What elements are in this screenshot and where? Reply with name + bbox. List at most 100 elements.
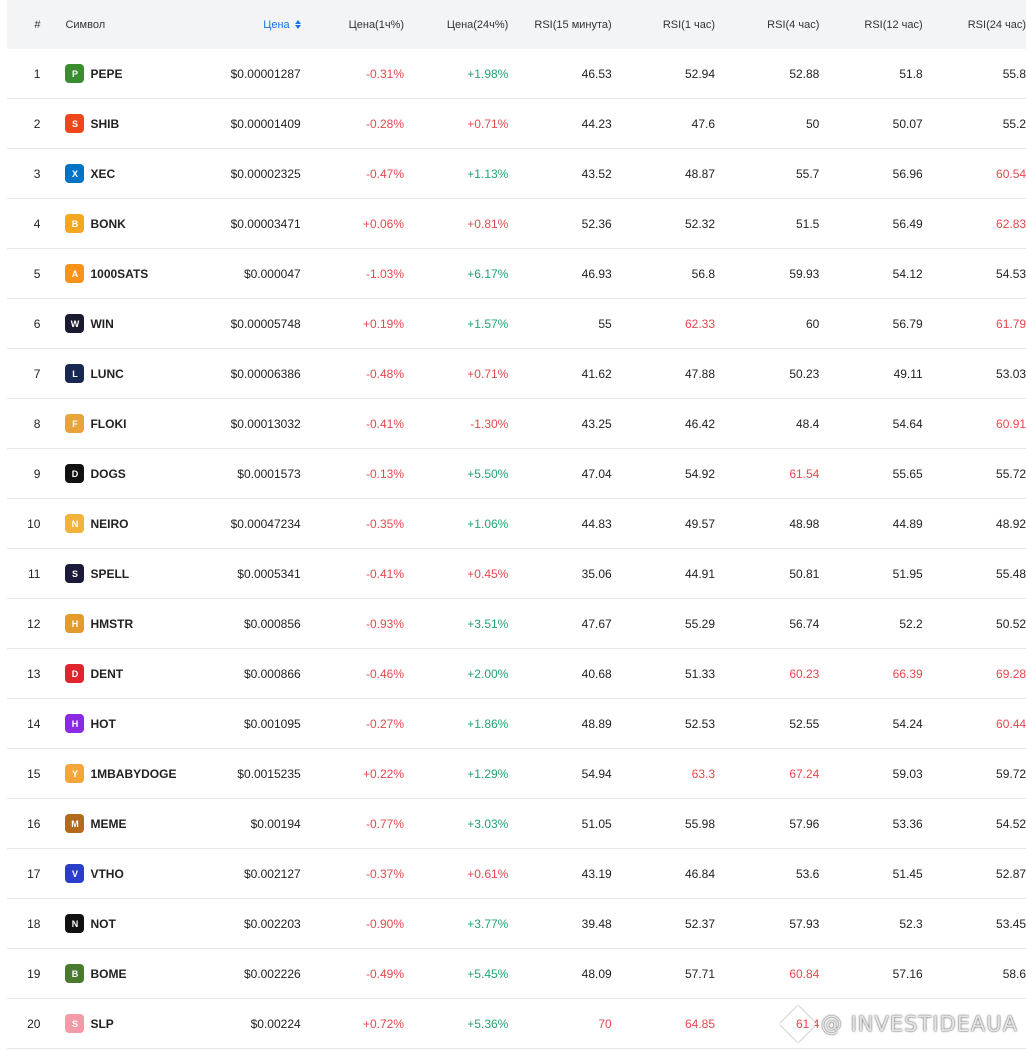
symbol-link[interactable]: NOT — [90, 917, 115, 931]
symbol-link[interactable]: HMSTR — [90, 617, 133, 631]
symbol-link[interactable]: SHIB — [90, 117, 119, 131]
header-rsi-4h[interactable]: RSI(4 час) — [715, 19, 819, 31]
rsi-table: # Символ Цена Цена(1ч%) Цена(24ч%) RSI(1… — [7, 0, 1026, 1049]
win-icon: W — [65, 314, 85, 333]
row-rsi-15m: 43.25 — [581, 416, 612, 431]
row-price-1h: +0.72% — [362, 1016, 405, 1031]
neiro-icon: N — [65, 514, 85, 533]
symbol-link[interactable]: SPELL — [90, 567, 129, 581]
row-rsi-24h: 54.52 — [996, 816, 1026, 831]
header-price-1h[interactable]: Цена(1ч%) — [301, 19, 404, 31]
row-price: $0.00005748 — [230, 316, 301, 331]
table-row[interactable]: 4 B BONK $0.00003471 +0.06% +0.81% 52.36 52.32 5… — [7, 199, 1026, 249]
symbol-link[interactable]: HOT — [90, 717, 115, 731]
row-price: $0.002203 — [243, 916, 301, 931]
symbol-link[interactable]: LUNC — [90, 367, 123, 381]
row-rsi-24h: 69.28 — [996, 666, 1026, 681]
table-row[interactable]: 15 Y 1MBABYDOGE $0.0015235 +0.22% +1.29% 54.94… — [7, 749, 1026, 799]
row-rsi-4h: 61.54 — [789, 466, 820, 481]
row-rsi-15m: 35.06 — [581, 566, 612, 581]
pepe-icon: P — [65, 64, 85, 83]
row-index: 2 — [33, 116, 41, 131]
row-price: $0.00003471 — [230, 216, 301, 231]
row-rsi-24h: 53.03 — [996, 366, 1026, 381]
header-rsi-15m[interactable]: RSI(15 минута) — [508, 19, 611, 31]
row-rsi-12h: 54.12 — [892, 266, 923, 281]
row-rsi-4h: 61.4 — [796, 1016, 820, 1031]
table-row[interactable]: 18 N NOT $0.002203 -0.90% +3.77% 39.48 52.37 57.… — [7, 899, 1026, 949]
row-price-24h: +0.61% — [467, 866, 509, 881]
row-symbol: S SLP — [40, 1014, 178, 1033]
row-price-24h: +5.50% — [467, 466, 509, 481]
symbol-link[interactable]: BONK — [90, 217, 125, 231]
row-rsi-12h: 53.36 — [892, 816, 923, 831]
floki-icon: F — [65, 414, 85, 433]
symbol-link[interactable]: DENT — [90, 667, 123, 681]
row-price-24h: +0.71% — [467, 116, 509, 131]
symbol-link[interactable]: 1MBABYDOGE — [90, 767, 176, 781]
row-rsi-24h: 61.79 — [996, 316, 1026, 331]
table-row[interactable]: 3 X XEC $0.00002325 -0.47% +1.13% 43.52 48.87 55… — [7, 149, 1026, 199]
table-row[interactable]: 10 N NEIRO $0.00047234 -0.35% +1.06% 44.83 49.5… — [7, 499, 1026, 549]
row-price-1h: -0.41% — [365, 566, 405, 581]
header-price-24h[interactable]: Цена(24ч%) — [404, 19, 509, 31]
symbol-link[interactable]: MEME — [90, 817, 126, 831]
row-rsi-15m: 54.94 — [581, 766, 612, 781]
vtho-icon: V — [65, 864, 85, 883]
row-rsi-4h: 52.88 — [789, 66, 820, 81]
symbol-link[interactable]: FLOKI — [90, 417, 126, 431]
symbol-link[interactable]: VTHO — [90, 867, 123, 881]
row-rsi-24h: 55.8 — [1002, 66, 1026, 81]
table-row[interactable]: 17 V VTHO $0.002127 -0.37% +0.61% 43.19 46.84 53… — [7, 849, 1026, 899]
table-row[interactable]: 16 M MEME $0.00194 -0.77% +3.03% 51.05 55.98 57.… — [7, 799, 1026, 849]
bonk-icon: B — [65, 214, 85, 233]
row-symbol: D DOGS — [40, 464, 178, 483]
row-rsi-15m: 47.04 — [581, 466, 612, 481]
lunc-icon: L — [65, 364, 85, 383]
table-row[interactable]: 5 A 1000SATS $0.000047 -1.03% +6.17% 46.93 56.8… — [7, 249, 1026, 299]
row-rsi-1h: 64.85 — [685, 1016, 716, 1031]
row-rsi-12h: 56.96 — [892, 166, 923, 181]
symbol-link[interactable]: WIN — [90, 317, 113, 331]
table-row[interactable]: 2 S SHIB $0.00001409 -0.28% +0.71% 44.23 47.6 50… — [7, 99, 1026, 149]
symbol-link[interactable]: BOME — [90, 967, 126, 981]
row-rsi-12h: 52.3 — [899, 916, 923, 931]
row-price: $0.00002325 — [230, 166, 301, 181]
symbol-link[interactable]: SLP — [90, 1017, 113, 1031]
header-rsi-1h[interactable]: RSI(1 час) — [612, 19, 715, 31]
row-rsi-4h: 52.55 — [789, 716, 820, 731]
row-price-24h: +1.86% — [467, 716, 509, 731]
table-row[interactable]: 8 F FLOKI $0.00013032 -0.41% -1.30% 43.25 46.42… — [7, 399, 1026, 449]
symbol-link[interactable]: DOGS — [90, 467, 125, 481]
row-price: $0.00006386 — [230, 366, 301, 381]
table-row[interactable]: 11 S SPELL $0.0005341 -0.41% +0.45% 35.06 44.91… — [7, 549, 1026, 599]
symbol-link[interactable]: NEIRO — [90, 517, 128, 531]
table-row[interactable]: 9 D DOGS $0.0001573 -0.13% +5.50% 47.04 54.92 61… — [7, 449, 1026, 499]
symbol-link[interactable]: XEC — [90, 167, 115, 181]
header-rsi-12h[interactable]: RSI(12 час) — [819, 19, 922, 31]
symbol-link[interactable]: PEPE — [90, 67, 122, 81]
table-row[interactable]: 14 H HOT $0.001095 -0.27% +1.86% 48.89 52.53 52.… — [7, 699, 1026, 749]
row-rsi-1h: 55.29 — [685, 616, 716, 631]
table-row[interactable]: 12 H HMSTR $0.000856 -0.93% +3.51% 47.67 55.29 5… — [7, 599, 1026, 649]
row-price: $0.000047 — [243, 266, 301, 281]
header-index: # — [34, 18, 41, 31]
row-index: 17 — [27, 866, 41, 881]
header-symbol[interactable]: Символ — [40, 19, 178, 31]
row-rsi-4h: 56.74 — [789, 616, 820, 631]
symbol-link[interactable]: 1000SATS — [90, 267, 148, 281]
table-row[interactable]: 19 B BOME $0.002226 -0.49% +5.45% 48.09 57.71 60… — [7, 949, 1026, 999]
table-row[interactable]: 1 P PEPE $0.00001287 -0.31% +1.98% 46.53 52.94 5… — [7, 49, 1026, 99]
header-rsi-24h[interactable]: RSI(24 час) — [923, 19, 1026, 31]
header-price[interactable]: Цена — [179, 19, 301, 31]
row-rsi-4h: 50.23 — [789, 366, 820, 381]
table-row[interactable]: 13 D DENT $0.000866 -0.46% +2.00% 40.68 51.33 60… — [7, 649, 1026, 699]
row-price-24h: +0.81% — [467, 216, 509, 231]
row-rsi-12h: 55.65 — [892, 466, 923, 481]
price-sort-button[interactable]: Цена — [263, 19, 301, 31]
row-rsi-12h: 44.89 — [892, 516, 923, 531]
table-row[interactable]: 6 W WIN $0.00005748 +0.19% +1.57% 55 62.33 60 56.… — [7, 299, 1026, 349]
table-row[interactable]: 20 S SLP $0.00224 +0.72% +5.36% 70 64.85 61.4 — [7, 999, 1026, 1049]
row-price-1h: -0.35% — [365, 516, 405, 531]
table-row[interactable]: 7 L LUNC $0.00006386 -0.48% +0.71% 41.62 47.88 5… — [7, 349, 1026, 399]
